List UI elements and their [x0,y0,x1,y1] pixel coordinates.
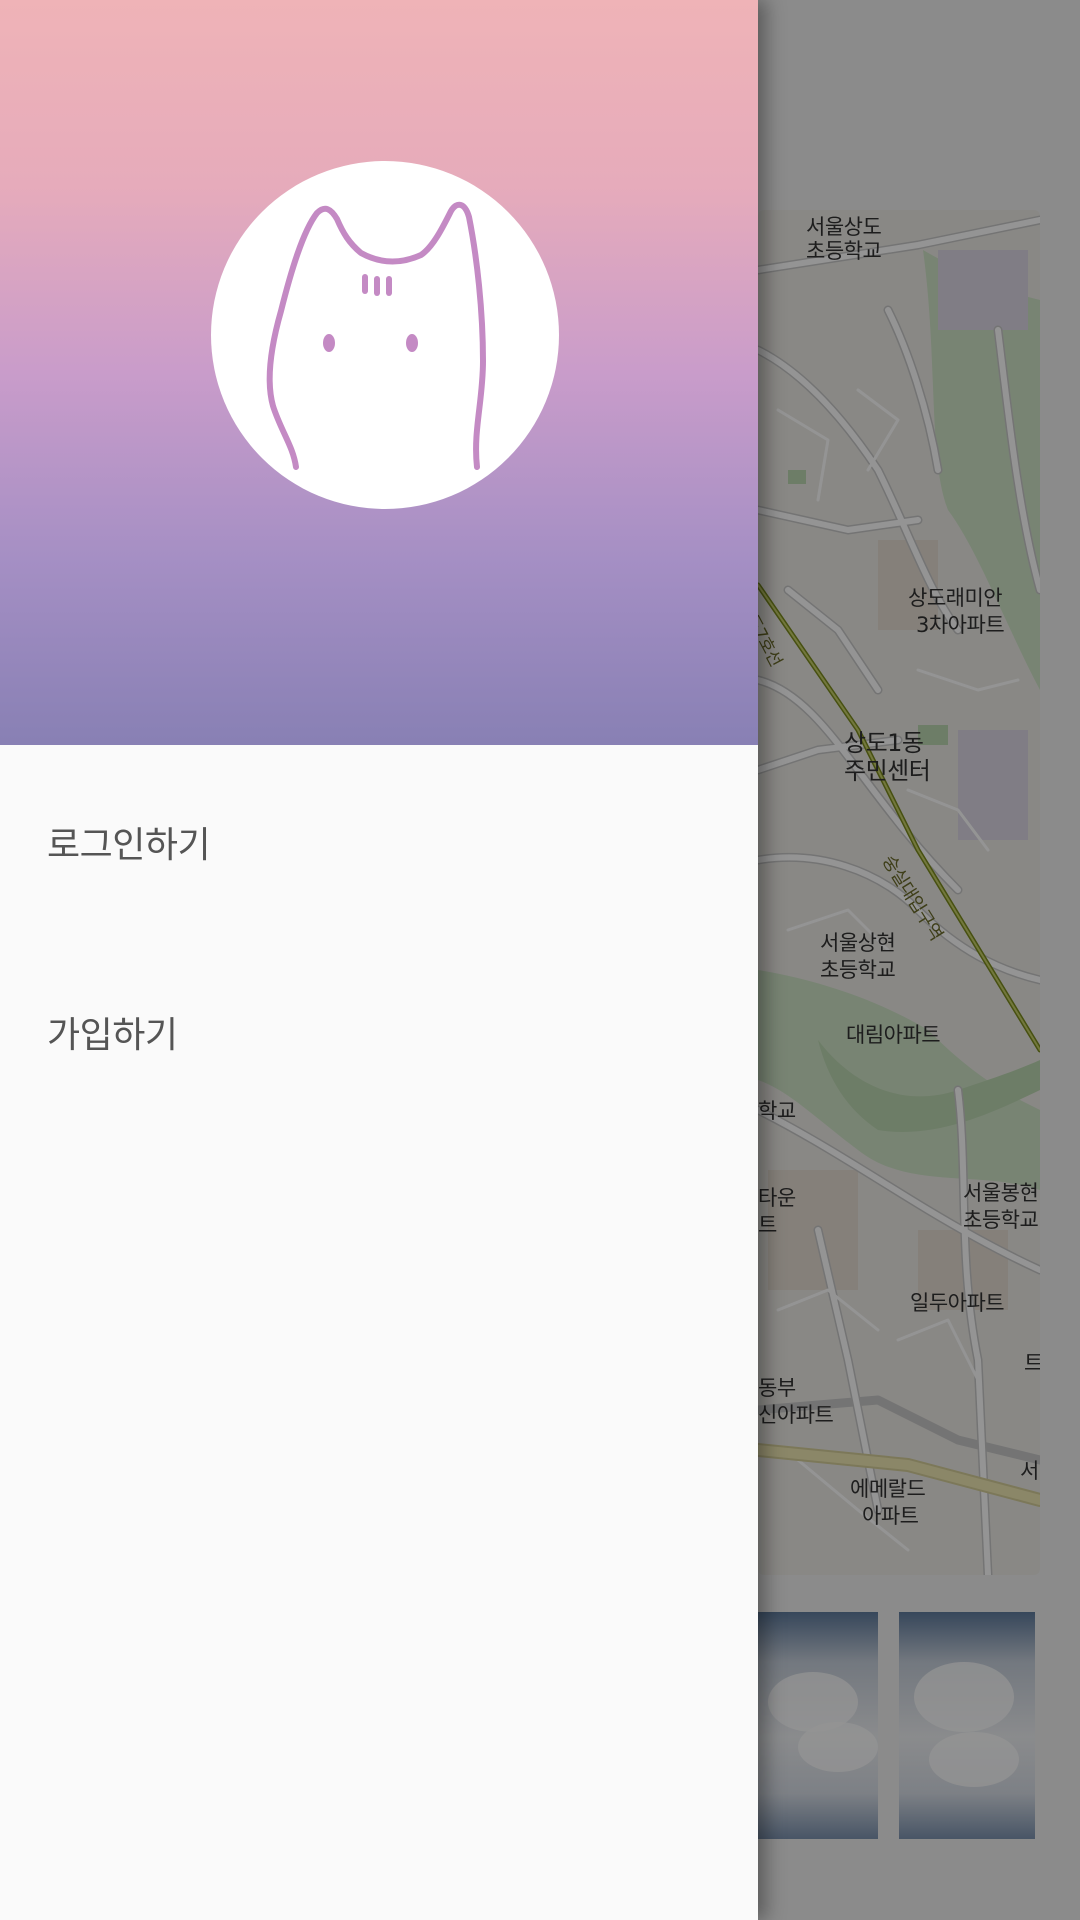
login-menu-item[interactable]: 로그인하기 [47,816,211,868]
avatar[interactable] [211,161,559,509]
signup-menu-item[interactable]: 가입하기 [47,1006,178,1058]
drawer-header [0,0,758,745]
cat-icon [266,201,486,470]
navigation-drawer: 로그인하기 가입하기 [0,0,758,1920]
